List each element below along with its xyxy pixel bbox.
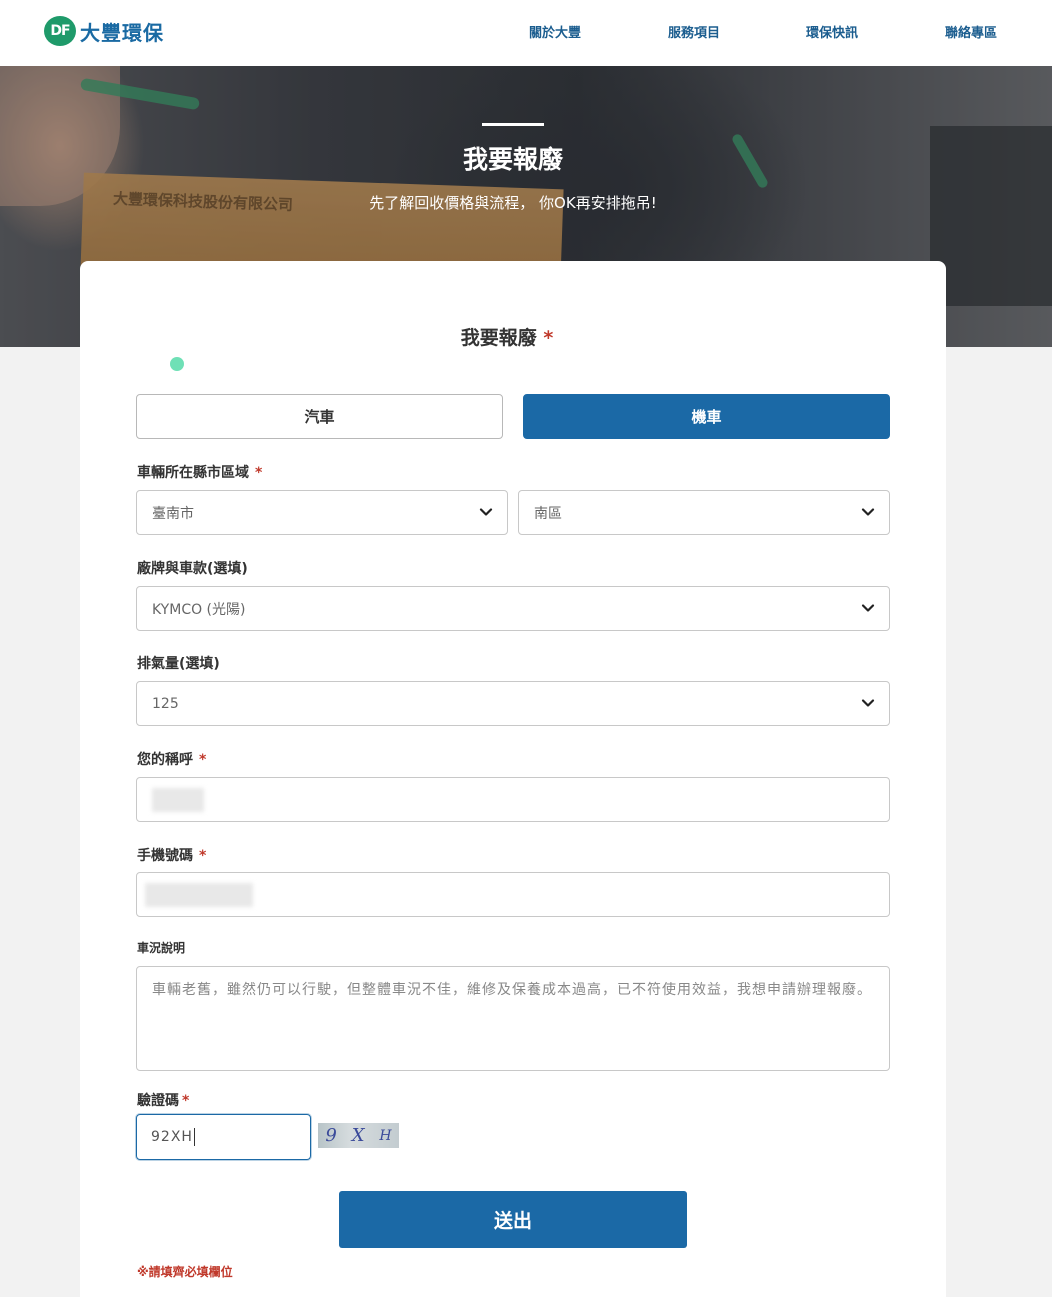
vehicle-type-motorcycle-button[interactable]: 機車 xyxy=(523,394,890,439)
city-select-value: 臺南市 xyxy=(152,505,194,522)
brand-select-value: KYMCO (光陽) xyxy=(152,601,246,618)
chevron-down-icon xyxy=(861,699,875,707)
district-select-value: 南區 xyxy=(534,505,562,522)
form-card: 我要報廢 * 汽車 機車 車輛所在縣市區域 * 臺南市 南區 廠牌與車款(選填) … xyxy=(80,261,946,1297)
required-mark: * xyxy=(182,1093,190,1109)
district-select[interactable]: 南區 xyxy=(518,490,890,535)
vehicle-type-car-button[interactable]: 汽車 xyxy=(136,394,503,439)
captcha-image[interactable]: 9 X H xyxy=(318,1123,399,1148)
region-label-text: 車輛所在縣市區域 xyxy=(137,465,249,481)
nav-item-services[interactable]: 服務項目 xyxy=(668,22,720,41)
form-title: 我要報廢 * xyxy=(80,323,934,350)
phone-input[interactable] xyxy=(136,872,890,917)
required-mark: * xyxy=(255,465,263,481)
decorative-dot xyxy=(170,357,184,371)
nav-item-news[interactable]: 環保快訊 xyxy=(806,22,858,41)
required-mark: * xyxy=(199,848,207,864)
phone-label-text: 手機號碼 xyxy=(137,848,193,864)
region-label: 車輛所在縣市區域 * xyxy=(137,462,262,482)
hero-subtitle: 先了解回收價格與流程， 你OK再安排拖吊! xyxy=(369,194,657,212)
chevron-down-icon xyxy=(479,508,493,516)
captcha-char: X xyxy=(351,1125,365,1146)
phone-label: 手機號碼 * xyxy=(137,845,206,865)
main-nav: 關於大豐 服務項目 環保快訊 聯絡專區 xyxy=(0,22,1052,42)
description-label: 車況說明 xyxy=(137,941,186,955)
form-title-text: 我要報廢 xyxy=(460,327,537,349)
description-textarea[interactable]: 車輛老舊，雖然仍可以行駛，但整體車況不佳，維修及保養成本過高，已不符使用效益，我… xyxy=(136,966,890,1071)
captcha-input-value: 92XH xyxy=(151,1129,193,1145)
displacement-label: 排氣量(選填) xyxy=(137,656,220,672)
captcha-char: H xyxy=(379,1127,392,1144)
required-mark: * xyxy=(199,752,207,768)
name-label-text: 您的稱呼 xyxy=(137,752,193,768)
required-fields-note: ※請填齊必填欄位 xyxy=(137,1265,233,1279)
captcha-input[interactable]: 92XH xyxy=(136,1114,311,1160)
captcha-label: 驗證碼 * xyxy=(137,1090,189,1110)
redacted-value xyxy=(145,882,253,907)
hero-divider xyxy=(482,123,544,126)
submit-button[interactable]: 送出 xyxy=(339,1191,687,1248)
chevron-down-icon xyxy=(861,508,875,516)
name-input[interactable] xyxy=(136,777,890,822)
redacted-value xyxy=(152,787,204,812)
city-select[interactable]: 臺南市 xyxy=(136,490,508,535)
nav-item-contact[interactable]: 聯絡專區 xyxy=(945,22,997,41)
captcha-char: 9 xyxy=(325,1125,337,1146)
required-mark: * xyxy=(543,327,554,349)
name-label: 您的稱呼 * xyxy=(137,749,206,769)
brand-label: 廠牌與車款(選填) xyxy=(137,561,248,577)
nav-item-about[interactable]: 關於大豐 xyxy=(529,22,581,41)
captcha-label-text: 驗證碼 xyxy=(137,1093,179,1109)
displacement-select-value: 125 xyxy=(152,695,179,712)
displacement-select[interactable]: 125 xyxy=(136,681,890,726)
site-header: DF 大豐環保 關於大豐 服務項目 環保快訊 聯絡專區 xyxy=(0,0,1052,66)
text-caret xyxy=(193,1128,195,1146)
chevron-down-icon xyxy=(861,604,875,612)
hero-title: 我要報廢 xyxy=(462,145,563,174)
brand-select[interactable]: KYMCO (光陽) xyxy=(136,586,890,631)
